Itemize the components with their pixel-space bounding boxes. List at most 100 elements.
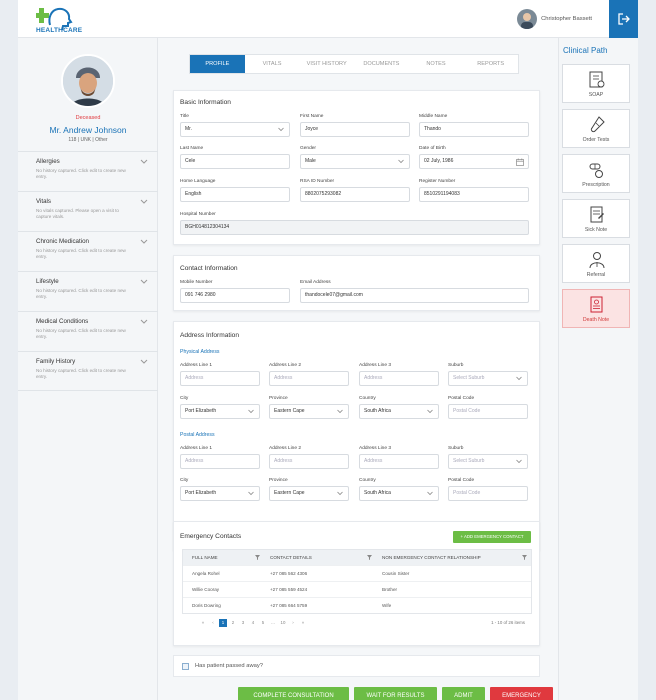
tab-vitals[interactable]: VITALS xyxy=(245,55,300,73)
province-value: Eastern Cape xyxy=(274,408,305,414)
address-line-3-input[interactable]: Address xyxy=(359,371,439,386)
province-select[interactable]: Eastern Cape xyxy=(269,404,349,419)
wait-for-results-button[interactable]: WAIT FOR RESULTS xyxy=(354,687,437,700)
title-select[interactable]: Mr. xyxy=(180,122,290,137)
page-button[interactable]: 10 xyxy=(279,619,287,627)
address-line-2-input[interactable]: Address xyxy=(269,371,349,386)
column-header[interactable]: CONTACT DETAILS xyxy=(264,550,376,565)
tab-reports[interactable]: REPORTS xyxy=(463,55,518,73)
page-button[interactable]: 5 xyxy=(259,619,267,627)
date-of-birth-input[interactable]: 02 July, 1986 xyxy=(419,154,529,169)
history-item-chronic-medication[interactable]: Chronic Medication No history captured. … xyxy=(18,231,158,271)
history-item-medical-conditions[interactable]: Medical Conditions No history captured. … xyxy=(18,311,158,351)
postal-postal-code-input[interactable]: Postal Code xyxy=(448,486,528,501)
page-ellipsis[interactable]: ... xyxy=(269,619,277,627)
card-title: Emergency Contacts xyxy=(180,533,242,540)
chevron-down-icon[interactable] xyxy=(140,239,148,245)
postal-province-select[interactable]: Eastern Cape xyxy=(269,486,349,501)
logout-button[interactable] xyxy=(609,0,638,38)
table-row[interactable]: Angela Rohel +27 085 562 4306 Cousin Sis… xyxy=(183,565,531,581)
tab-notes[interactable]: NOTES xyxy=(409,55,464,73)
user-menu[interactable]: Christopher Bassett xyxy=(517,9,592,29)
first-name-input[interactable]: Joyce xyxy=(300,122,410,137)
postal-address-line-3-input[interactable]: Address xyxy=(359,454,439,469)
page-button[interactable]: 3 xyxy=(239,619,247,627)
postal-country-select[interactable]: South Africa xyxy=(359,486,439,501)
add-emergency-contact-button[interactable]: + ADD EMERGENCY CONTACT xyxy=(453,531,531,543)
cell-full-name: Willie Cooray xyxy=(192,587,220,592)
home-language-select[interactable]: English xyxy=(180,187,290,202)
field-label: Address Line 2 xyxy=(269,363,301,368)
column-header-label: NON EMERGENCY CONTACT RELATIONSHIP xyxy=(382,555,481,560)
history-item-allergies[interactable]: Allergies No history captured. Click edi… xyxy=(18,151,158,191)
last-name-input[interactable]: Cele xyxy=(180,154,290,169)
clinical-path-order-tests[interactable]: Order Tests xyxy=(562,109,630,148)
country-select[interactable]: South Africa xyxy=(359,404,439,419)
gender-value: Male xyxy=(305,158,316,164)
field-label: Middle Name xyxy=(419,114,448,119)
clinical-path-sick-note[interactable]: Sick Note xyxy=(562,199,630,238)
patient-meta: 118 | UNK | Other xyxy=(68,137,108,143)
chevron-down-icon[interactable] xyxy=(140,319,148,325)
postal-address-line-1-input[interactable]: Address xyxy=(180,454,260,469)
column-header[interactable]: NON EMERGENCY CONTACT RELATIONSHIP xyxy=(376,550,531,565)
address-line-1-input[interactable]: Address xyxy=(180,371,260,386)
clinical-path-label: Prescription xyxy=(582,182,610,188)
logo-text: HEALTHCARE xyxy=(36,27,83,34)
middle-name-input[interactable]: Thando xyxy=(419,122,529,137)
postal-suburb-select[interactable]: Select Suburb xyxy=(448,454,528,469)
clinical-path-referral[interactable]: Referral xyxy=(562,244,630,283)
mobile-number-input[interactable]: 091 746 2980 xyxy=(180,288,290,303)
history-item-family-history[interactable]: Family History No history captured. Clic… xyxy=(18,351,158,391)
city-value: Port Elizabeth xyxy=(185,408,217,414)
clinical-path-death-note[interactable]: Death Note xyxy=(562,289,630,328)
history-item-desc: No history captured. Click edit to creat… xyxy=(36,368,126,380)
country-value: South Africa xyxy=(364,490,391,496)
register-number-input[interactable]: 8510291194083 xyxy=(419,187,529,202)
column-header-label: FULL NAME xyxy=(192,555,218,560)
history-item-lifestyle[interactable]: Lifestyle No history captured. Click edi… xyxy=(18,271,158,311)
chevron-down-icon[interactable] xyxy=(140,279,148,285)
history-item-vitals[interactable]: Vitals No vitals captured. Please open a… xyxy=(18,191,158,231)
clinical-path-soap[interactable]: SOAP xyxy=(562,64,630,103)
last-page-icon[interactable]: » xyxy=(299,619,307,627)
passed-away-checkbox[interactable] xyxy=(182,663,189,670)
filter-icon[interactable] xyxy=(522,555,527,560)
filter-icon[interactable] xyxy=(367,555,372,560)
contact-information-card: Contact Information Mobile Number 091 74… xyxy=(173,255,540,311)
complete-consultation-button[interactable]: COMPLETE CONSULTATION xyxy=(238,687,349,700)
column-header[interactable]: FULL NAME xyxy=(183,550,264,565)
app-frame: HEALTHCARE Christopher Bassett Deceased … xyxy=(18,0,638,700)
chevron-down-icon[interactable] xyxy=(140,199,148,205)
hospital-number-input[interactable]: BGH014812304134 xyxy=(180,220,529,235)
city-select[interactable]: Port Elizabeth xyxy=(180,404,260,419)
suburb-select[interactable]: Select Suburb xyxy=(448,371,528,386)
filter-icon[interactable] xyxy=(255,555,260,560)
admit-button[interactable]: ADMIT xyxy=(442,687,485,700)
first-page-icon[interactable]: « xyxy=(199,619,207,627)
clinical-path-prescription[interactable]: Prescription xyxy=(562,154,630,193)
next-page-icon[interactable]: › xyxy=(289,619,297,627)
user-avatar[interactable] xyxy=(517,9,538,29)
tab-documents[interactable]: DOCUMENTS xyxy=(354,55,409,73)
page-button[interactable]: 1 xyxy=(219,619,227,627)
tab-profile[interactable]: PROFILE xyxy=(190,55,245,73)
tab-visit-history[interactable]: VISIT HISTORY xyxy=(299,55,354,73)
emergency-contacts-table: FULL NAME CONTACT DETAILS NON EMERGENCY … xyxy=(182,549,532,614)
prev-page-icon[interactable]: ‹ xyxy=(209,619,217,627)
title-value: Mr. xyxy=(185,126,192,132)
chevron-down-icon[interactable] xyxy=(140,159,148,165)
gender-select[interactable]: Male xyxy=(300,154,410,169)
chevron-down-icon[interactable] xyxy=(140,359,148,365)
postal-address-line-2-input[interactable]: Address xyxy=(269,454,349,469)
rsa-id-input[interactable]: 8802075293082 xyxy=(300,187,410,202)
emergency-button[interactable]: EMERGENCY xyxy=(490,687,553,700)
table-row[interactable]: Willie Cooray +27 085 559 4524 Brother xyxy=(183,581,531,597)
table-row[interactable]: Doris Dowring +27 085 664 5759 Wife xyxy=(183,597,531,613)
calendar-icon[interactable] xyxy=(516,158,524,166)
email-input[interactable]: thandocele07@gmail.com xyxy=(300,288,529,303)
page-button[interactable]: 2 xyxy=(229,619,237,627)
postal-city-select[interactable]: Port Elizabeth xyxy=(180,486,260,501)
postal-code-input[interactable]: Postal Code xyxy=(448,404,528,419)
page-button[interactable]: 4 xyxy=(249,619,257,627)
